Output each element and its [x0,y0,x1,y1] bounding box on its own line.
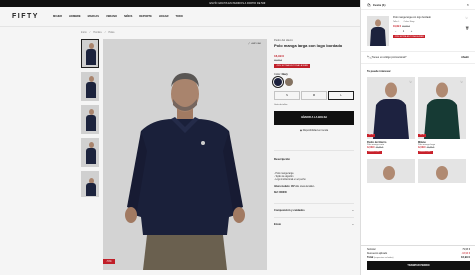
quantity-stepper: − 1 + [393,30,459,33]
heart-icon[interactable]: ♡ [409,80,412,84]
trash-icon[interactable]: 🗑 [465,26,469,30]
heart-icon[interactable]: ♡ [465,16,469,20]
reco-price: 12,99 €39,95 € [367,147,384,149]
reco-name: Polo manga corta [367,144,385,146]
reco-card[interactable]: ♡ -67% Milano Polo manga larga 12,99 €39… [418,77,466,154]
discount-badge: -67% [418,133,426,137]
cart-item-color: Color: Navy [403,21,415,23]
promo-code-row[interactable]: 🏷 ¿Tienes un código promocional? Añadir [361,52,475,64]
discount-badge: -67% [367,133,375,137]
cart-item-promo: -20% EXTRA EN TODA LA WEB [393,35,426,39]
promo-code-add[interactable]: Añadir [461,56,469,59]
cart-drawer: 🛍 Cesta (1) × Polo manga larga con logo … [360,0,475,275]
cart-item-price: 16,99 €79,95 € [393,25,410,28]
recommendations-row [361,158,475,183]
promo-code-label: ¿Tienes un código promocional? [370,56,407,59]
cart-item-size: Talla: L [393,21,400,23]
recommendations-grid: ♡ -67% Pedro del Hierro Polo manga corta… [361,77,475,154]
increase-qty-button[interactable]: + [409,30,414,33]
reco-price: 12,99 €39,95 € [418,147,435,149]
reco-image[interactable]: ♡ -67% [367,77,415,139]
heart-icon[interactable]: ♡ [460,80,463,84]
total-row: Total (impuestos incluidos) 16,99 € [367,256,470,259]
recommendations-title: Te puede interesar [367,70,391,73]
reco-card[interactable]: ♡ -67% Pedro del Hierro Polo manga corta… [367,77,415,154]
decrease-qty-button[interactable]: − [393,30,398,33]
overlay-backdrop[interactable] [0,0,360,275]
checkout-button[interactable]: TRAMITAR PEDIDO [367,261,470,270]
cart-item-details: Polo manga larga con logo bordado Talla:… [393,16,459,45]
cart-item-image[interactable] [367,16,389,46]
reco-name: Polo manga larga [418,144,436,146]
cart-title: Cesta (1) [372,2,386,7]
cart-totals: Subtotal 79,95 € Descuento aplicado -63,96… [361,245,475,275]
reco-image[interactable] [418,158,466,183]
discount-row: Descuento aplicado -63,96 € [367,252,470,255]
reco-promo: Precio 10,39 € [418,150,433,154]
subtotal-row: Subtotal 79,95 € [367,249,470,251]
reco-image[interactable] [367,158,415,183]
cart-item: Polo manga larga con logo bordado Talla:… [361,10,475,52]
cart-item-name[interactable]: Polo manga larga con logo bordado [393,16,459,19]
bag-icon: 🛍 [367,2,371,7]
cart-header: 🛍 Cesta (1) × [361,0,475,10]
close-icon[interactable]: × [467,2,469,7]
quantity-value: 1 [402,30,405,33]
reco-promo: Precio 10,39 € [367,150,382,154]
reco-image[interactable]: ♡ -67% [418,77,466,139]
